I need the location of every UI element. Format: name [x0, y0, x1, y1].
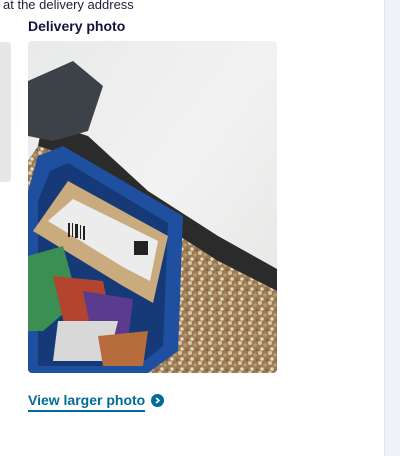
- chevron-right-icon: [151, 393, 165, 407]
- delivery-photo[interactable]: [28, 41, 277, 373]
- delivery-photo-heading: Delivery photo: [28, 18, 126, 34]
- view-larger-photo-label: View larger photo: [28, 392, 146, 412]
- view-larger-photo-link[interactable]: View larger photo: [28, 392, 165, 412]
- left-panel-edge: [0, 42, 11, 182]
- page: at the delivery address Delivery photo V…: [0, 0, 400, 456]
- scrollbar[interactable]: [384, 0, 400, 456]
- delivery-location-text: at the delivery address: [3, 0, 134, 12]
